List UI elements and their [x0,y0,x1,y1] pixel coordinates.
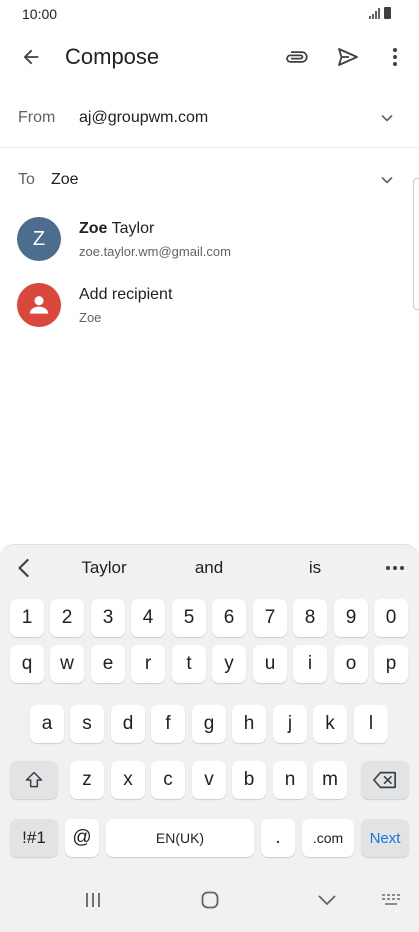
key-1[interactable]: 1 [10,599,44,637]
key-e[interactable]: e [91,645,125,683]
key-h[interactable]: h [232,705,266,743]
more-horiz-icon[interactable] [382,557,408,579]
key-y[interactable]: y [212,645,246,683]
recent-apps-icon [86,893,100,907]
backspace-icon [373,771,396,789]
key-i[interactable]: i [293,645,327,683]
contact-name: Zoe Taylor [79,220,154,238]
prediction-bar: Taylor and is [0,545,419,591]
contact-name-match: Zoe [79,220,108,237]
back-arrow-icon [23,49,39,65]
more-options-button[interactable] [378,40,412,74]
key-2[interactable]: 2 [50,599,84,637]
key-4[interactable]: 4 [131,599,165,637]
key-c[interactable]: c [151,761,185,799]
key-6[interactable]: 6 [212,599,246,637]
contact-name-rest: Taylor [107,220,155,237]
home-button[interactable] [195,888,225,912]
key-o[interactable]: o [334,645,368,683]
person-icon [29,296,49,314]
key-u[interactable]: u [253,645,287,683]
add-recipient-label: Add recipient [79,286,173,303]
more-vert-icon [393,48,397,66]
key-j[interactable]: j [273,705,307,743]
chevron-down-icon[interactable] [377,108,397,128]
status-icons [369,7,391,19]
symbols-key[interactable]: !#1 [10,819,58,857]
key-b[interactable]: b [232,761,266,799]
to-input[interactable]: Zoe [51,171,79,189]
key-z[interactable]: z [70,761,104,799]
key-f[interactable]: f [151,705,185,743]
prediction-word[interactable]: Taylor [64,558,144,578]
shift-key[interactable] [10,761,58,799]
avatar: Z [17,217,61,261]
key-a[interactable]: a [30,705,64,743]
key-n[interactable]: n [273,761,307,799]
key-d[interactable]: d [111,705,145,743]
attach-button[interactable] [280,40,314,74]
prediction-word[interactable]: is [275,558,355,578]
to-field[interactable]: To Zoe [0,150,419,210]
app-bar: Compose [0,28,419,86]
backspace-key[interactable] [361,761,409,799]
key-p[interactable]: p [374,645,408,683]
key-t[interactable]: t [172,645,206,683]
send-button[interactable] [331,40,365,74]
key-r[interactable]: r [131,645,165,683]
at-key[interactable]: @ [65,819,99,857]
key-m[interactable]: m [313,761,347,799]
chevron-down-icon[interactable] [377,170,397,190]
key-s[interactable]: s [70,705,104,743]
hide-keyboard-button[interactable] [312,888,342,912]
home-icon [201,891,219,909]
status-bar: 10:00 [0,0,419,28]
key-v[interactable]: v [192,761,226,799]
paperclip-icon [286,51,308,63]
key-q[interactable]: q [10,645,44,683]
prediction-word[interactable]: and [169,558,249,578]
add-recipient-sub: Zoe [79,310,102,325]
key-g[interactable]: g [192,705,226,743]
battery-icon [384,7,391,19]
chevron-left-icon[interactable] [12,555,38,581]
scroll-handle[interactable] [413,178,419,310]
key-3[interactable]: 3 [91,599,125,637]
key-x[interactable]: x [111,761,145,799]
to-label: To [18,171,35,188]
from-label: From [18,109,56,126]
status-time: 10:00 [22,6,58,22]
chevron-down-icon [318,895,336,906]
contact-email: zoe.taylor.wm@gmail.com [79,244,231,259]
key-0[interactable]: 0 [374,599,408,637]
page-title: Compose [65,44,160,69]
key-k[interactable]: k [313,705,347,743]
space-key[interactable]: EN(UK) [106,819,254,857]
key-9[interactable]: 9 [334,599,368,637]
send-icon [338,48,358,66]
key-7[interactable]: 7 [253,599,287,637]
next-key[interactable]: Next [361,819,409,857]
period-key[interactable]: . [261,819,295,857]
from-field[interactable]: From aj@groupwm.com [0,88,419,148]
signal-icon [369,7,380,19]
key-5[interactable]: 5 [172,599,206,637]
back-button[interactable] [14,40,48,74]
from-value: aj@groupwm.com [79,109,209,126]
key-l[interactable]: l [354,705,388,743]
dotcom-key[interactable]: .com [302,819,354,857]
system-nav-bar [0,868,419,932]
shift-icon [25,771,43,788]
key-w[interactable]: w [50,645,84,683]
recent-apps-button[interactable] [78,888,108,912]
add-recipient-suggestion[interactable]: Add recipient Zoe [0,271,410,337]
key-8[interactable]: 8 [293,599,327,637]
avatar [17,283,61,327]
keyboard-icon [382,894,400,905]
contact-suggestion[interactable]: Z Zoe Taylor zoe.taylor.wm@gmail.com [0,205,410,271]
keyboard-switch-button[interactable] [377,888,407,912]
